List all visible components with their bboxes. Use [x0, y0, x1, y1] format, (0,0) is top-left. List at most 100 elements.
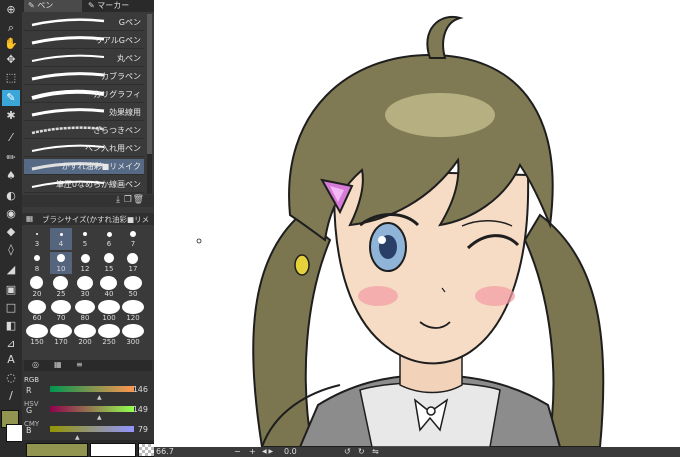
current-color-chip[interactable] [26, 443, 88, 457]
zoom-tool-icon[interactable]: ⌕ [2, 20, 20, 36]
color-slider-icon[interactable]: ≡ [76, 360, 83, 369]
size-cell[interactable]: 25 [50, 276, 72, 298]
gradient-tool-icon[interactable]: ▣ [2, 282, 20, 298]
size-cell[interactable]: 40 [98, 276, 120, 298]
frame-tool-icon[interactable]: ◧ [2, 318, 20, 334]
tab-marker[interactable]: ✎ マーカー [84, 0, 150, 12]
color-wheel-icon[interactable]: ◎ [32, 360, 39, 369]
size-cell[interactable]: 15 [98, 252, 120, 274]
download-icon[interactable]: ⤓ [116, 195, 120, 205]
size-label: 80 [80, 314, 90, 322]
color-set-icon[interactable]: ▦ [54, 360, 62, 369]
size-cell[interactable]: 100 [98, 300, 120, 322]
flip-icon[interactable]: ⇋ [372, 447, 379, 457]
blend-tool-icon[interactable]: ◉ [2, 206, 20, 222]
brush-item[interactable]: ざらつきペン [24, 123, 144, 139]
red-slider-track[interactable] [50, 386, 134, 392]
size-cell[interactable]: 3 [26, 228, 48, 250]
size-cell[interactable]: 7 [122, 228, 144, 250]
size-cell[interactable]: 8 [26, 252, 48, 274]
size-cell[interactable]: 5 [74, 228, 96, 250]
eyedropper-tool-icon[interactable]: ⁄ [2, 130, 20, 146]
size-cell-selected[interactable]: 10 [50, 252, 72, 274]
brush-item[interactable]: リアルGペン [24, 33, 144, 49]
size-cell-selected[interactable]: 4 [50, 228, 72, 250]
size-cell[interactable]: 30 [74, 276, 96, 298]
size-cell[interactable]: 170 [50, 324, 72, 346]
channel-value[interactable]: 149 [133, 405, 148, 414]
zoom-slider-icon[interactable]: ◀ ▶ [262, 447, 273, 457]
brush-item[interactable]: 効果線用 [24, 105, 144, 121]
blue-slider-track[interactable] [50, 426, 134, 432]
size-cell[interactable]: 250 [98, 324, 120, 346]
smudge-tool-icon[interactable]: ◊ [2, 242, 20, 258]
rotate-value[interactable]: 0.0 [284, 447, 297, 457]
pen-tool-icon[interactable]: ✎ [2, 90, 20, 106]
rotate-left-icon[interactable]: ↺ [344, 447, 351, 457]
blue-slider[interactable]: B ▲ 79 [24, 422, 152, 441]
scrollbar-thumb[interactable] [147, 14, 152, 154]
selection-tool-icon[interactable]: ⬚ [2, 70, 20, 86]
sparkle-tool-icon[interactable]: ✱ [2, 108, 20, 124]
drawing-canvas[interactable] [154, 0, 680, 448]
brush-item-selected[interactable]: かすれ油彩■リメイク [24, 159, 144, 175]
size-cell[interactable]: 150 [26, 324, 48, 346]
size-cell[interactable]: 70 [50, 300, 72, 322]
slider-marker-icon: ▲ [97, 414, 102, 421]
channel-value[interactable]: 79 [138, 425, 148, 434]
green-slider-track[interactable] [50, 406, 134, 412]
airbrush-tool-icon[interactable]: ◐ [2, 188, 20, 204]
hand-tool-icon[interactable]: ✋ [2, 36, 20, 52]
size-cell[interactable]: 12 [74, 252, 96, 274]
size-label: 170 [54, 338, 68, 346]
size-cell[interactable]: 300 [122, 324, 144, 346]
brush-tool-icon[interactable]: ♠ [2, 168, 20, 184]
balloon-tool-icon[interactable]: ◌ [2, 370, 20, 386]
brush-item[interactable]: カリグラフィ [24, 87, 144, 103]
brush-label: カリグラフィ [93, 90, 141, 99]
size-label: 4 [58, 240, 64, 248]
copy-icon[interactable]: ❐ [124, 195, 132, 205]
zoom-in-icon[interactable]: + [249, 447, 256, 457]
correct-line-tool-icon[interactable]: / [2, 388, 20, 404]
size-cell[interactable]: 60 [26, 300, 48, 322]
pointer-tool-icon[interactable]: ⊕ [2, 2, 20, 18]
brush-item[interactable]: カブラペン [24, 69, 144, 85]
fill-tool-icon[interactable]: ◢ [2, 262, 20, 278]
brush-item[interactable]: Gペン [24, 15, 144, 31]
delete-icon[interactable]: 🗑 [133, 195, 144, 205]
size-cell[interactable]: 17 [122, 252, 144, 274]
size-label: 7 [130, 240, 136, 248]
move-tool-icon[interactable]: ✥ [2, 52, 20, 68]
ruler-tool-icon[interactable]: ⊿ [2, 336, 20, 352]
size-label: 50 [128, 290, 138, 298]
channel-value[interactable]: 146 [133, 385, 148, 394]
size-cell[interactable]: 80 [74, 300, 96, 322]
tool-bar: ⊕ ⌕ ✋ ✥ ⬚ ✎ ✱ ⁄ ✏ ♠ ◐ ◉ ◆ ◊ ◢ ▣ □ ◧ ⊿ A … [0, 0, 24, 457]
green-slider[interactable]: G ▲ 149 [24, 402, 152, 421]
brush-item[interactable]: 筆圧0なめらか線画ペン [24, 177, 144, 193]
size-cell[interactable]: 50 [122, 276, 144, 298]
size-label: 70 [56, 314, 66, 322]
size-cell[interactable]: 120 [122, 300, 144, 322]
size-cell[interactable]: 20 [26, 276, 48, 298]
brush-item[interactable]: 丸ペン [24, 51, 144, 67]
text-tool-icon[interactable]: A [2, 352, 20, 368]
figure-tool-icon[interactable]: □ [2, 300, 20, 316]
size-label: 10 [56, 265, 66, 273]
tab-pen[interactable]: ✎ ペン [24, 0, 82, 12]
brush-list-scrollbar[interactable] [147, 14, 152, 194]
channel-label: B [26, 426, 32, 435]
size-cell[interactable]: 6 [98, 228, 120, 250]
red-slider[interactable]: R ▲ 146 [24, 382, 152, 401]
pencil-tool-icon[interactable]: ✏ [2, 150, 20, 166]
zoom-out-icon[interactable]: − [234, 447, 241, 457]
brush-item[interactable]: ペン入れ用ペン [24, 141, 144, 157]
eraser-tool-icon[interactable]: ◆ [2, 224, 20, 240]
marker-tab-icon: ✎ [88, 1, 95, 10]
size-cell[interactable]: 200 [74, 324, 96, 346]
rotate-right-icon[interactable]: ↻ [358, 447, 365, 457]
zoom-value[interactable]: 66.7 [156, 447, 174, 457]
sub-color-chip[interactable] [90, 443, 136, 457]
size-label: 300 [126, 338, 140, 346]
